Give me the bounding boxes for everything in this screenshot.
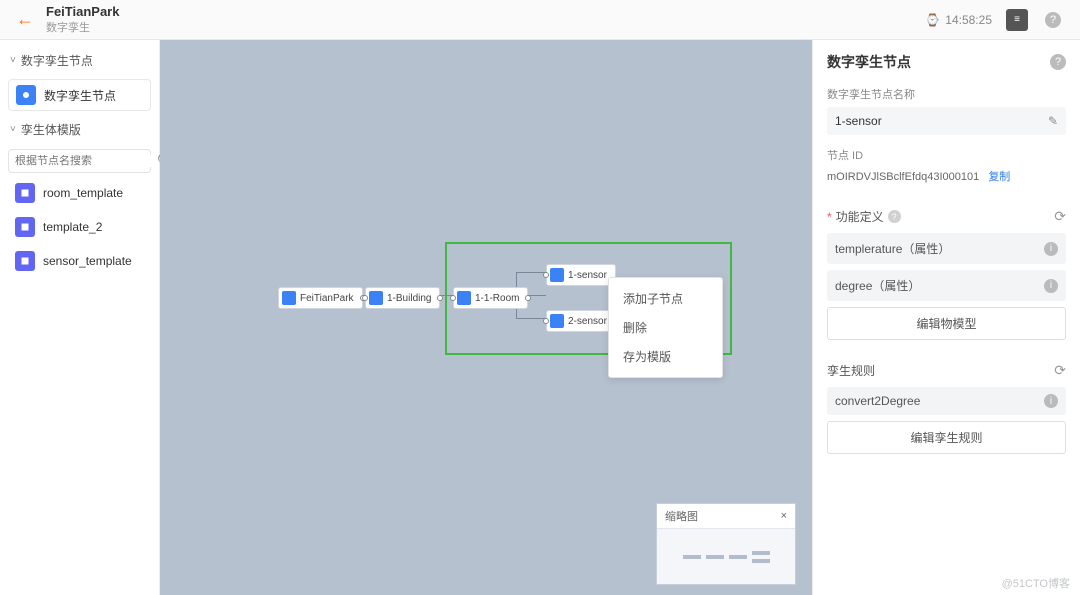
section-rules: 孪生规则 ⟳: [827, 362, 1066, 379]
section-templates[interactable]: ˅ 孪生体模版: [0, 115, 159, 144]
refresh-icon[interactable]: ⟳: [1054, 208, 1066, 225]
node-label: FeiTianPark: [300, 293, 354, 304]
section-label: 功能定义: [836, 208, 884, 225]
page-subtitle: 数字孪生: [46, 19, 119, 35]
edit-model-button[interactable]: 编辑物模型: [827, 307, 1066, 340]
watermark: @51CTO博客: [1002, 575, 1070, 591]
help-icon[interactable]: ?: [1050, 54, 1066, 70]
page-title: FeiTianPark: [46, 4, 119, 19]
section-label: 孪生规则: [827, 362, 875, 379]
node-label: 1-sensor: [568, 270, 607, 281]
edit-icon[interactable]: ✎: [1048, 114, 1058, 128]
rule-label: convert2Degree: [835, 394, 920, 408]
list-icon[interactable]: ≡: [1006, 9, 1028, 31]
node-icon: [550, 268, 564, 282]
clock-time: 14:58:25: [945, 13, 992, 27]
template-icon: [15, 183, 35, 203]
property-label: templerature（属性）: [835, 240, 950, 257]
rule-row[interactable]: convert2Degree i: [827, 387, 1066, 415]
menu-item-delete[interactable]: 删除: [609, 313, 722, 342]
info-icon[interactable]: i: [1044, 242, 1058, 256]
port[interactable]: [450, 295, 456, 301]
node-label: 2-sensor: [568, 316, 607, 327]
required-mark: *: [827, 210, 832, 224]
section-digital-twin-nodes[interactable]: ˅ 数字孪生节点: [0, 46, 159, 75]
node-icon: [457, 291, 471, 305]
header-right: ⌚ 14:58:25 ≡ ?: [925, 9, 1064, 31]
edit-rules-button[interactable]: 编辑孪生规则: [827, 421, 1066, 454]
left-sidebar: ˅ 数字孪生节点 数字孪生节点 ˅ 孪生体模版 🔍 room_template …: [0, 40, 160, 595]
node-id-value: mOIRDVJlSBclfEfdq43I000101: [827, 171, 979, 183]
node-icon: [282, 291, 296, 305]
template-item-2[interactable]: template_2: [8, 212, 151, 242]
tree-item-label: 数字孪生节点: [44, 87, 116, 104]
menu-item-save-template[interactable]: 存为模版: [609, 342, 722, 371]
clock: ⌚ 14:58:25: [925, 13, 992, 27]
node-room[interactable]: 1-1-Room: [453, 287, 528, 309]
minimap-body: [657, 529, 795, 584]
minimap-title: 缩略图: [665, 508, 698, 524]
top-header: ← FeiTianPark 数字孪生 ⌚ 14:58:25 ≡ ?: [0, 0, 1080, 40]
panel-title-row: 数字孪生节点 ?: [827, 52, 1066, 72]
chevron-down-icon: ˅: [10, 55, 16, 66]
copy-link[interactable]: 复制: [988, 171, 1010, 183]
port[interactable]: [525, 295, 531, 301]
template-label: sensor_template: [43, 254, 132, 268]
section-function-def: * 功能定义 ? ⟳: [827, 208, 1066, 225]
template-label: room_template: [43, 186, 123, 200]
template-item-sensor[interactable]: sensor_template: [8, 246, 151, 276]
node-icon: [369, 291, 383, 305]
section-label: 数字孪生节点: [21, 52, 93, 69]
edge: [516, 272, 546, 273]
node-icon: [16, 85, 36, 105]
menu-item-add-child[interactable]: 添加子节点: [609, 284, 722, 313]
template-item-room[interactable]: room_template: [8, 178, 151, 208]
node-icon: [550, 314, 564, 328]
property-row[interactable]: templerature（属性） i: [827, 233, 1066, 264]
help-icon[interactable]: ?: [1042, 9, 1064, 31]
tree-item-twin-node[interactable]: 数字孪生节点: [8, 79, 151, 111]
node-building[interactable]: 1-Building: [365, 287, 440, 309]
property-label: degree（属性）: [835, 277, 920, 294]
help-icon[interactable]: ?: [888, 210, 901, 223]
chevron-down-icon: ˅: [10, 124, 16, 135]
port[interactable]: [362, 295, 368, 301]
title-block: FeiTianPark 数字孪生: [46, 4, 119, 35]
minimap[interactable]: 缩略图 ×: [656, 503, 796, 585]
info-icon[interactable]: i: [1044, 279, 1058, 293]
edge: [516, 318, 546, 319]
id-label: 节点 ID: [827, 147, 1066, 163]
port[interactable]: [543, 272, 549, 278]
node-sensor-1[interactable]: 1-sensor: [546, 264, 616, 286]
name-value: 1-sensor: [835, 114, 882, 128]
node-id-row: mOIRDVJlSBclfEfdq43I000101 复制: [827, 168, 1066, 184]
name-field[interactable]: 1-sensor ✎: [827, 107, 1066, 135]
port[interactable]: [543, 318, 549, 324]
clock-icon: ⌚: [925, 13, 940, 27]
port[interactable]: [437, 295, 443, 301]
property-row[interactable]: degree（属性） i: [827, 270, 1066, 301]
node-sensor-2[interactable]: 2-sensor: [546, 310, 616, 332]
close-icon[interactable]: ×: [781, 510, 787, 522]
template-label: template_2: [43, 220, 102, 234]
graph-canvas[interactable]: FeiTianPark 1-Building 1-1-Room 1-sensor…: [160, 40, 812, 595]
template-search[interactable]: 🔍: [8, 149, 151, 173]
name-label: 数字孪生节点名称: [827, 86, 1066, 102]
refresh-icon[interactable]: ⟳: [1054, 362, 1066, 379]
node-feitianpark[interactable]: FeiTianPark: [278, 287, 363, 309]
node-label: 1-Building: [387, 293, 431, 304]
template-icon: [15, 251, 35, 271]
section-label: 孪生体模版: [21, 121, 81, 138]
panel-title: 数字孪生节点: [827, 52, 911, 72]
properties-panel: 数字孪生节点 ? 数字孪生节点名称 1-sensor ✎ 节点 ID mOIRD…: [812, 40, 1080, 595]
search-input[interactable]: [15, 155, 157, 167]
back-arrow-icon[interactable]: ←: [16, 9, 34, 30]
context-menu: 添加子节点 删除 存为模版: [608, 277, 723, 378]
node-label: 1-1-Room: [475, 293, 519, 304]
minimap-header: 缩略图 ×: [657, 504, 795, 529]
info-icon[interactable]: i: [1044, 394, 1058, 408]
template-icon: [15, 217, 35, 237]
